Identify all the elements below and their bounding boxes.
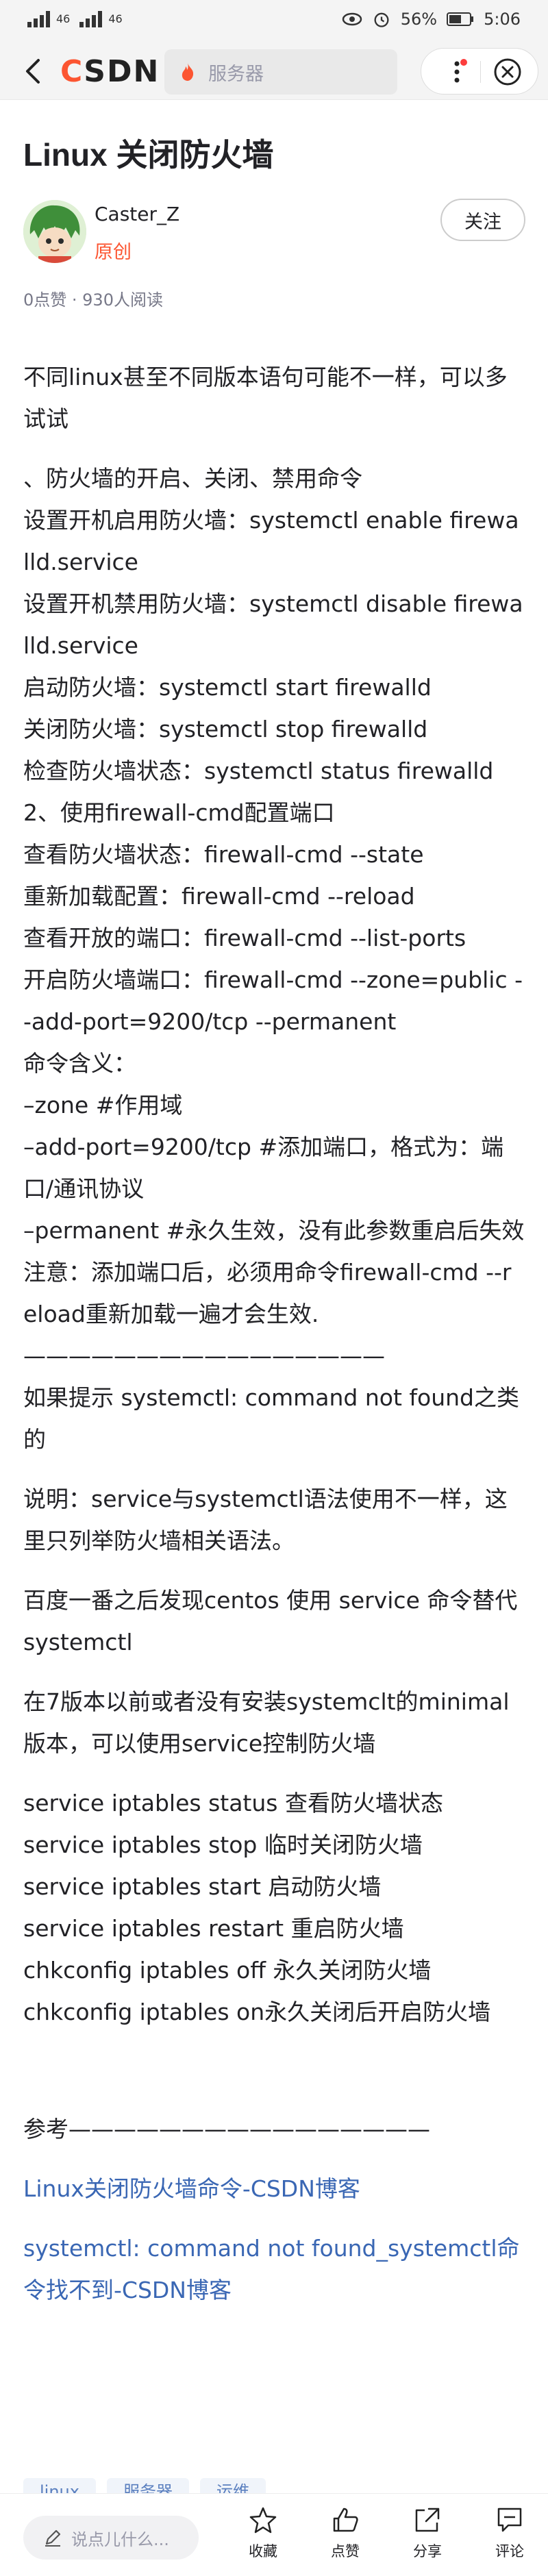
service-line: service iptables start 启动防火墙 (23, 1873, 382, 1900)
favorite-button[interactable]: 收藏 (236, 2505, 290, 2571)
battery-icon (447, 12, 474, 26)
bottom-action-bar: 说点儿什么... 收藏 点赞 分享 评论 (0, 2493, 548, 2576)
thumbs-up-icon (333, 2508, 358, 2532)
command-line: 注意：添加端口后，必须用命令firewall-cmd --reload重新加载一… (23, 1259, 512, 1327)
favorite-label: 收藏 (249, 2543, 277, 2560)
reference-link-1[interactable]: Linux关闭防火墙命令-CSDN博客 (23, 2175, 360, 2202)
signal-icon (27, 10, 55, 27)
avatar[interactable] (23, 200, 86, 263)
comment-label: 评论 (495, 2543, 524, 2560)
clock: 5:06 (484, 10, 521, 29)
intro-paragraph: 不同linux甚至不同版本语句可能不一样，可以多试试 (23, 364, 508, 432)
search-box[interactable]: 服务器 (164, 49, 397, 95)
baidu-paragraph: 百度一番之后发现centos 使用 service 命令替代systemctl (23, 1587, 518, 1655)
eye-icon (342, 12, 362, 26)
explain-paragraph: 说明：service与systemctl语法使用不一样，这里只列举防火墙相关语法… (23, 1486, 508, 1554)
fire-icon (182, 63, 194, 81)
command-line: 命令含义： (23, 1050, 136, 1077)
article-stats: 0点赞 · 930人阅读 (23, 290, 163, 310)
service-commands-block: service iptables status 查看防火墙状态 service … (23, 1782, 525, 2033)
reference-heading: 参考———————————————— (23, 2116, 430, 2142)
author-name[interactable]: Caster_Z (95, 203, 179, 225)
command-line: 查看防火墙状态：firewall-cmd --state (23, 841, 424, 868)
version-paragraph: 在7版本以前或者没有安装systemclt的minimal版本，可以使用serv… (23, 1688, 510, 1757)
firewall-commands-block: 、防火墙的开启、关闭、禁用命令 设置开机启用防火墙：systemctl enab… (23, 458, 525, 1377)
signal-icon-2 (79, 10, 107, 27)
capsule-divider (480, 61, 481, 83)
command-line: 查看开放的端口：firewall-cmd --list-ports (23, 925, 466, 951)
article-content: 不同linux甚至不同版本语句可能不一样，可以多试试 、防火墙的开启、关闭、禁用… (23, 356, 525, 2311)
command-line: 关闭防火墙：systemctl stop firewalld (23, 716, 428, 742)
follow-button[interactable]: 关注 (440, 199, 525, 241)
not-found-paragraph: 如果提示 systemctl: command not found之类的 (23, 1384, 519, 1453)
alarm-icon (374, 12, 389, 27)
status-bar: 46 46 56% 5:06 (0, 0, 548, 42)
comment-input[interactable]: 说点儿什么... (23, 2516, 199, 2560)
csdn-logo[interactable]: C SDN (60, 53, 160, 89)
reference-link-2[interactable]: systemctl: command not found_systemctl命令… (23, 2235, 520, 2303)
app-header: C SDN 服务器 (0, 42, 548, 100)
command-line: 启动防火墙：systemctl start firewalld (23, 674, 432, 701)
like-label: 点赞 (331, 2543, 360, 2560)
back-arrow-icon[interactable] (19, 56, 47, 86)
comment-placeholder: 说点儿什么... (71, 2529, 169, 2549)
comment-button[interactable]: 评论 (482, 2505, 537, 2571)
like-button[interactable]: 点赞 (318, 2505, 373, 2571)
search-placeholder: 服务器 (208, 63, 264, 85)
service-line: chkconfig iptables off 永久关闭防火墙 (23, 1957, 432, 1984)
command-line: 设置开机启用防火墙：systemctl enable firewalld.ser… (23, 507, 519, 575)
avatar-image (23, 200, 86, 263)
comment-icon (497, 2508, 522, 2532)
mini-program-capsule (421, 48, 538, 95)
command-line: –add-port=9200/tcp #添加端口，格式为：端口/通讯协议 (23, 1134, 504, 1202)
command-line: 2、使用firewall-cmd配置端口 (23, 799, 335, 826)
share-icon (415, 2508, 440, 2532)
share-label: 分享 (413, 2543, 442, 2560)
command-line: 、防火墙的开启、关闭、禁用命令 (23, 465, 362, 492)
original-badge: 原创 (95, 242, 132, 263)
separator-line: ———————————————— (23, 1342, 385, 1369)
close-icon[interactable] (493, 57, 523, 87)
network-type-2: 46 (108, 12, 123, 25)
command-line: 设置开机禁用防火墙：systemctl disable firewalld.se… (23, 590, 523, 659)
command-line: 重新加载配置：firewall-cmd --reload (23, 883, 415, 910)
command-line: –permanent #永久生效，没有此参数重启后失效 (23, 1217, 525, 1244)
command-line: –zone #作用域 (23, 1092, 183, 1118)
article-title: Linux 关闭防火墙 (23, 137, 274, 173)
battery-percent: 56% (400, 10, 438, 29)
pencil-icon (45, 2529, 61, 2547)
more-options-icon[interactable] (443, 58, 471, 86)
service-line: chkconfig iptables on永久关闭后开启防火墙 (23, 1999, 491, 2025)
command-line: 开启防火墙端口：firewall-cmd --zone=public --add… (23, 966, 523, 1035)
service-line: service iptables restart 重启防火墙 (23, 1915, 404, 1942)
service-line: service iptables stop 临时关闭防火墙 (23, 1831, 423, 1858)
share-button[interactable]: 分享 (400, 2505, 455, 2571)
star-icon (249, 2507, 277, 2534)
service-line: service iptables status 查看防火墙状态 (23, 1790, 443, 1816)
network-type-1: 46 (56, 12, 71, 25)
command-line: 检查防火墙状态：systemctl status firewalld (23, 758, 494, 784)
